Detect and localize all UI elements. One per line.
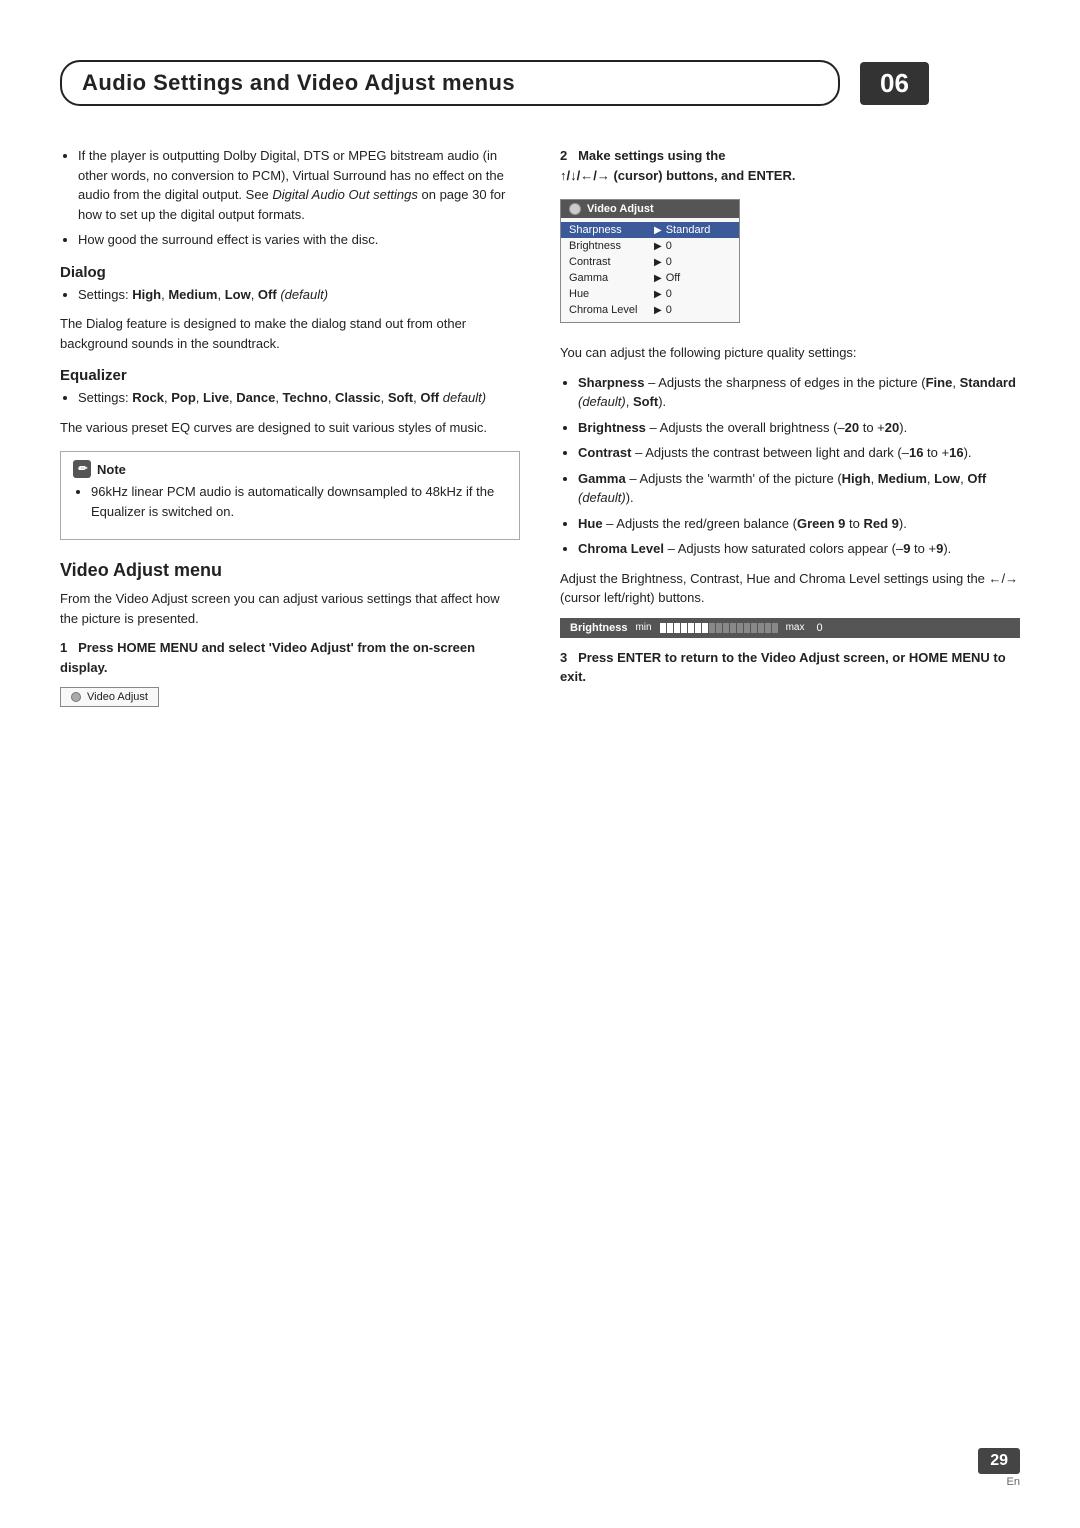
list-item-sharpness: Sharpness – Adjusts the sharpness of edg… <box>578 373 1020 412</box>
bar-seg <box>688 623 694 633</box>
brightness-bar-value: 0 <box>817 622 823 634</box>
step2-label: 2 Make settings using the↑/↓/←/→ (cursor… <box>560 146 1020 185</box>
equalizer-heading: Equalizer <box>60 367 520 384</box>
equalizer-description: The various preset EQ curves are designe… <box>60 418 520 438</box>
bar-seg <box>695 623 701 633</box>
bar-seg <box>772 623 778 633</box>
brightness-bar-label: Brightness <box>570 622 627 634</box>
mockup-row-gamma: Gamma ▶ Off <box>561 270 739 286</box>
list-item: If the player is outputting Dolby Digita… <box>78 146 520 224</box>
list-item-chroma: Chroma Level – Adjusts how saturated col… <box>578 539 1020 559</box>
step3-label: 3 Press ENTER to return to the Video Adj… <box>560 648 1020 687</box>
bar-seg <box>660 623 666 633</box>
chapter-header: Audio Settings and Video Adjust menus 06 <box>60 60 1020 106</box>
right-column: 2 Make settings using the↑/↓/←/→ (cursor… <box>560 146 1020 713</box>
bar-seg <box>667 623 673 633</box>
mockup-row-hue: Hue ▶ 0 <box>561 286 739 302</box>
brightness-bar: Brightness min <box>560 618 1020 638</box>
bar-seg <box>737 623 743 633</box>
video-adjust-intro: From the Video Adjust screen you can adj… <box>60 589 520 628</box>
mockup-header-label: Video Adjust <box>587 203 654 215</box>
chapter-title: Audio Settings and Video Adjust menus <box>60 60 840 106</box>
bar-seg <box>730 623 736 633</box>
page-lang: En <box>1007 1476 1020 1488</box>
bar-seg <box>765 623 771 633</box>
adjust-note: Adjust the Brightness, Contrast, Hue and… <box>560 569 1020 608</box>
note-label: ✏ Note <box>73 460 507 478</box>
list-item-brightness: Brightness – Adjusts the overall brightn… <box>578 418 1020 438</box>
step1-label: 1 Press HOME MENU and select 'Video Adju… <box>60 638 520 677</box>
brightness-bar-max: max <box>786 622 805 633</box>
page-number-box: 29 En <box>978 1448 1020 1488</box>
left-column: If the player is outputting Dolby Digita… <box>60 146 520 713</box>
mockup-header: Video Adjust <box>561 200 739 218</box>
picture-quality-intro: You can adjust the following picture qua… <box>560 343 1020 363</box>
bar-seg <box>709 623 715 633</box>
bar-seg <box>716 623 722 633</box>
video-adjust-mockup: Video Adjust Sharpness ▶ Standard Bright… <box>560 199 740 323</box>
list-item: How good the surround effect is varies w… <box>78 230 520 250</box>
bar-seg <box>681 623 687 633</box>
list-item: 96kHz linear PCM audio is automatically … <box>91 482 507 521</box>
bar-seg <box>702 623 708 633</box>
bar-seg <box>744 623 750 633</box>
list-item: Settings: Rock, Pop, Live, Dance, Techno… <box>78 388 520 408</box>
list-item-hue: Hue – Adjusts the red/green balance (Gre… <box>578 514 1020 534</box>
disc-icon <box>71 692 81 702</box>
disc-icon <box>569 203 581 215</box>
equalizer-settings: Settings: Rock, Pop, Live, Dance, Techno… <box>78 388 520 408</box>
mockup-row-contrast: Contrast ▶ 0 <box>561 254 739 270</box>
mockup-body: Sharpness ▶ Standard Brightness ▶ 0 Cont… <box>561 218 739 322</box>
list-item-gamma: Gamma – Adjusts the 'warmth' of the pict… <box>578 469 1020 508</box>
intro-bullets: If the player is outputting Dolby Digita… <box>78 146 520 250</box>
bar-seg <box>751 623 757 633</box>
bar-seg <box>723 623 729 633</box>
page-number: 29 <box>978 1448 1020 1474</box>
list-item: Settings: High, Medium, Low, Off (defaul… <box>78 285 520 305</box>
brightness-bar-min: min <box>635 622 651 633</box>
mockup-row-sharpness: Sharpness ▶ Standard <box>561 222 739 238</box>
dialog-heading: Dialog <box>60 264 520 281</box>
dialog-settings: Settings: High, Medium, Low, Off (defaul… <box>78 285 520 305</box>
note-icon: ✏ <box>73 460 91 478</box>
page: Audio Settings and Video Adjust menus 06… <box>0 0 1080 1528</box>
small-video-adjust-mockup: Video Adjust <box>60 687 159 707</box>
bar-seg <box>758 623 764 633</box>
mockup-row-chroma: Chroma Level ▶ 0 <box>561 302 739 318</box>
brightness-bar-segments <box>660 623 778 633</box>
list-item-contrast: Contrast – Adjusts the contrast between … <box>578 443 1020 463</box>
dialog-description: The Dialog feature is designed to make t… <box>60 314 520 353</box>
video-adjust-heading: Video Adjust menu <box>60 560 520 581</box>
note-bullets: 96kHz linear PCM audio is automatically … <box>91 482 507 521</box>
picture-quality-bullets: Sharpness – Adjusts the sharpness of edg… <box>578 373 1020 559</box>
chapter-number: 06 <box>860 62 929 105</box>
small-mockup-label: Video Adjust <box>87 691 148 703</box>
mockup-row-brightness: Brightness ▶ 0 <box>561 238 739 254</box>
content-columns: If the player is outputting Dolby Digita… <box>60 146 1020 713</box>
bar-seg <box>674 623 680 633</box>
note-box: ✏ Note 96kHz linear PCM audio is automat… <box>60 451 520 540</box>
